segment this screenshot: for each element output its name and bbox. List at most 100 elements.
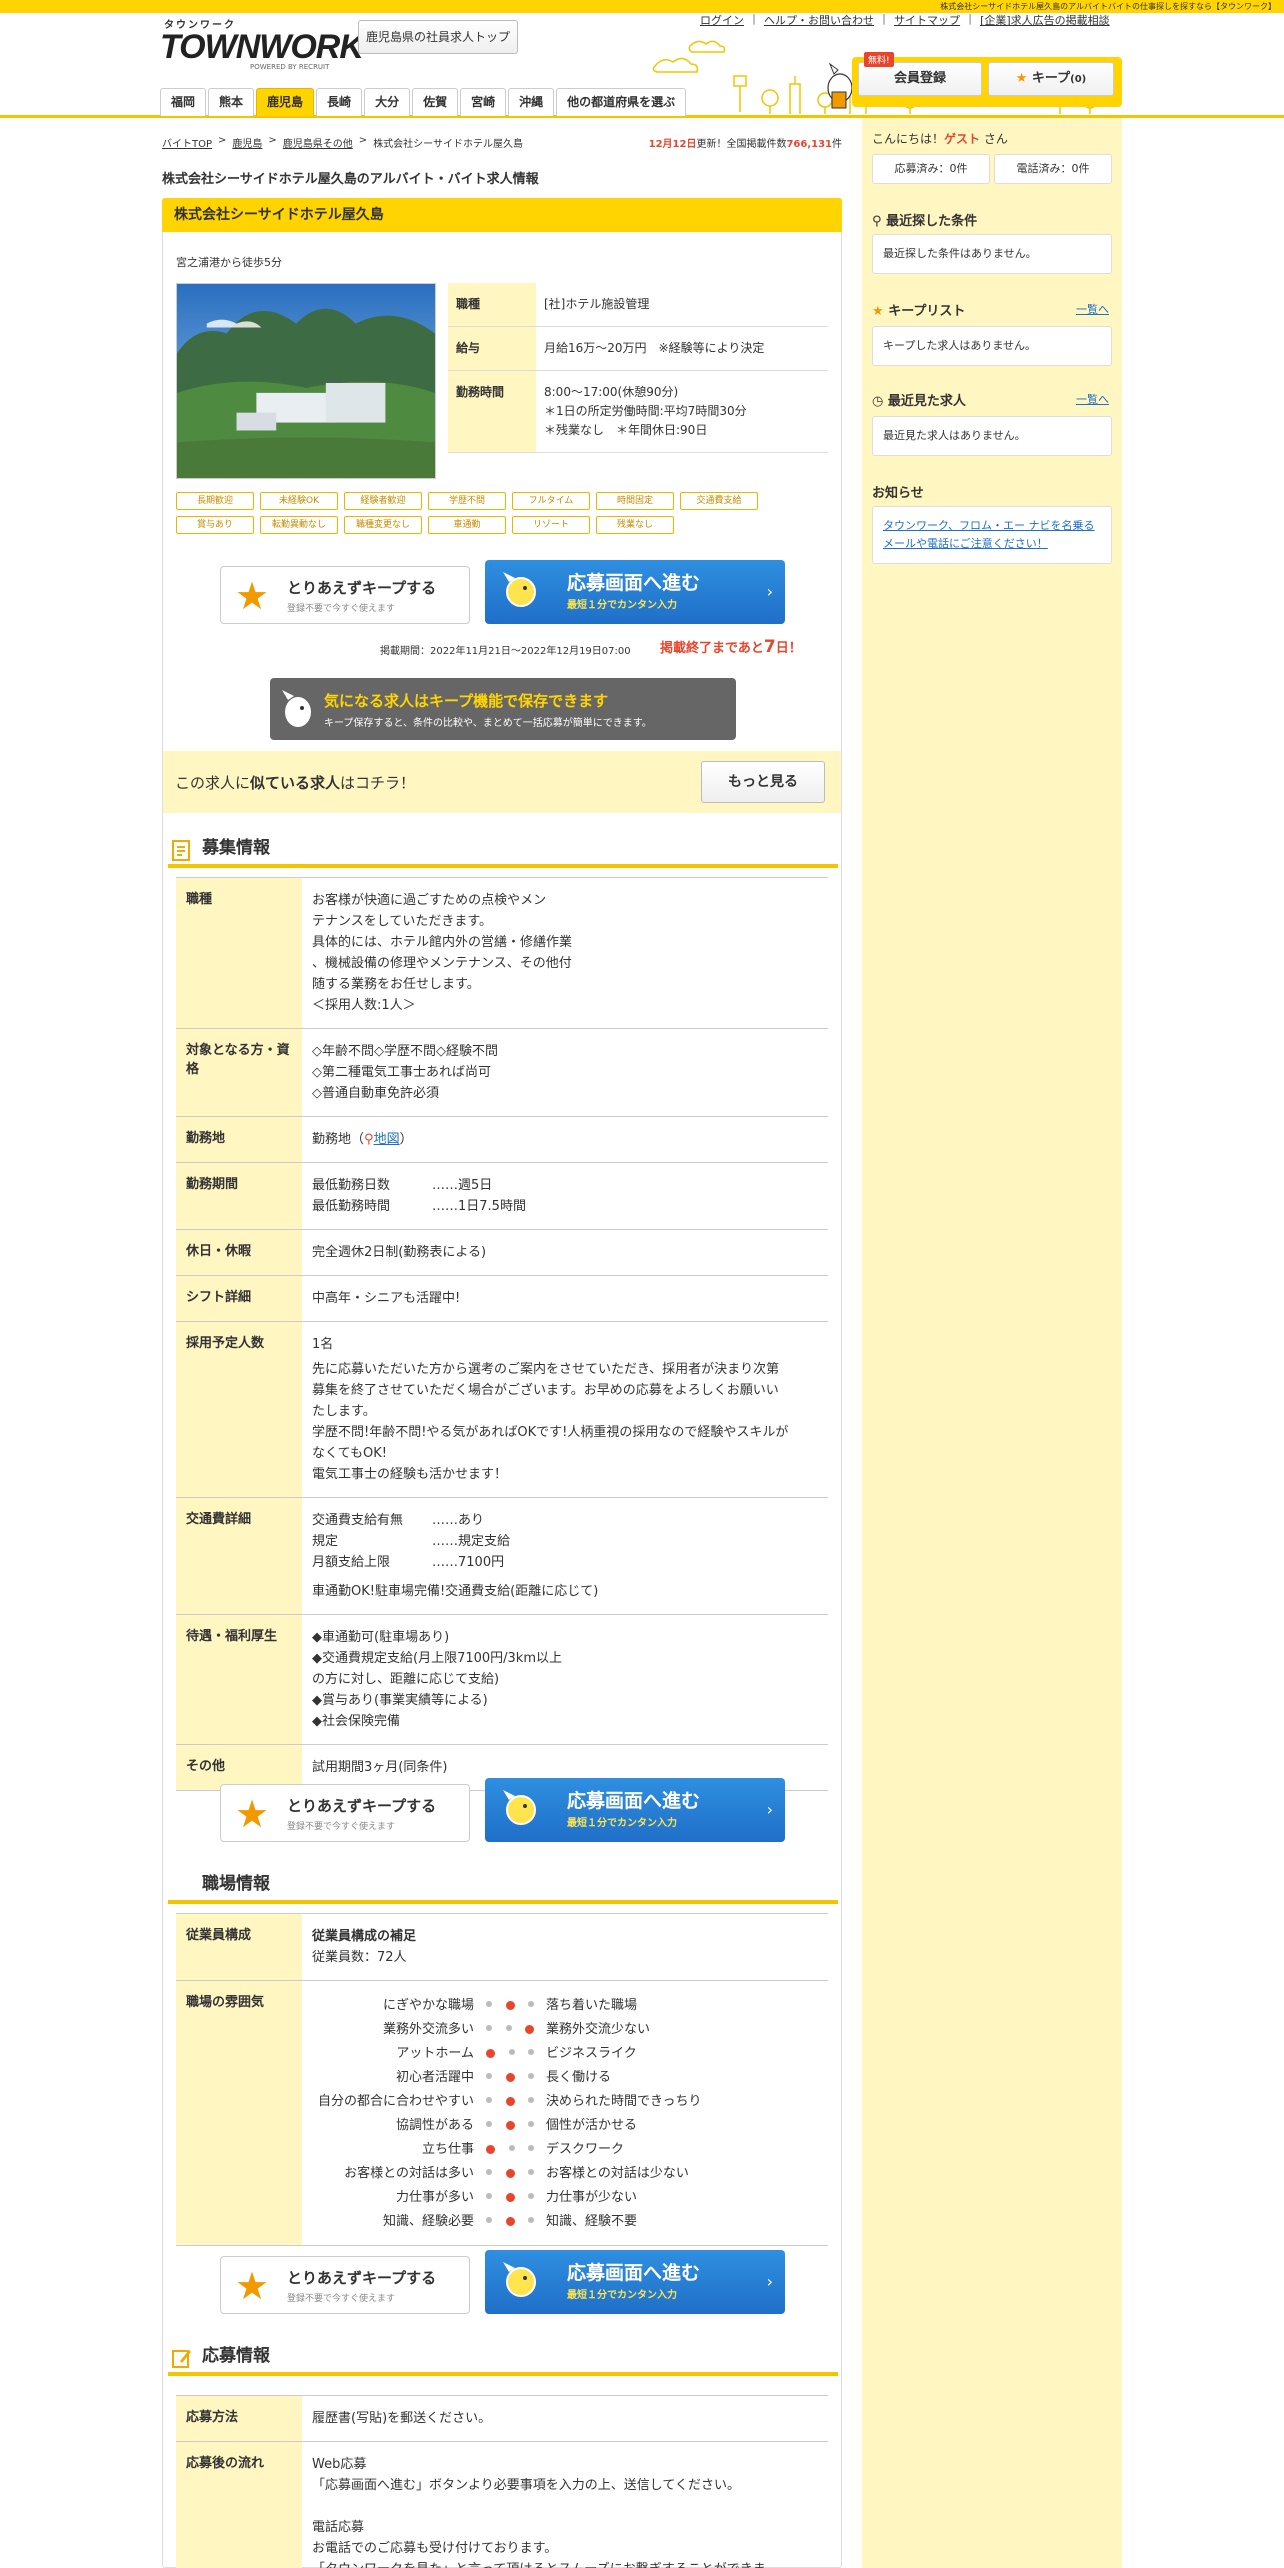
- mood-dot: [505, 2192, 515, 2202]
- mood-row: 初心者活躍中 長く働ける: [312, 2065, 818, 2089]
- mood-left-label: にぎやかな職場: [382, 1997, 474, 2013]
- chevron-right-icon: ›: [766, 2272, 773, 2291]
- keep-button[interactable]: ★ とりあえずキープする 登録不要で今すぐ使えます: [220, 1784, 470, 1842]
- ad-consult-link[interactable]: [企業]求人広告の掲載相談: [980, 12, 1110, 28]
- map-pin-icon: ⚲: [364, 1132, 374, 1147]
- mood-dot: [505, 2096, 515, 2106]
- more-similar-button[interactable]: もっと見る: [701, 761, 825, 803]
- mood-row: 自分の都合に合わせやすい 決められた時間できっちり: [312, 2089, 818, 2113]
- mood-right-label: 業務外交流少ない: [546, 2021, 651, 2037]
- area-top-button[interactable]: 鹿児島県の社員求人トップ: [358, 20, 518, 54]
- keep-header-button[interactable]: ★ キープ(0): [988, 62, 1114, 96]
- action-row: ★ とりあえずキープする 登録不要で今すぐ使えます 応募画面へ進む 最短１分でカンタン…: [220, 2250, 785, 2314]
- townwork-logo[interactable]: タウンワーク TOWNWORK POWERED BY RECRUIT: [160, 16, 364, 78]
- mood-dot: [528, 2192, 534, 2199]
- remaining-days: 掲載終了まであと7日！: [660, 637, 802, 657]
- recruit-table: 職種 お客様が快適に過ごすための点検やメン テナンスをしていただきます。 具体的には…: [176, 877, 828, 1791]
- mood-right-label: デスクワーク: [546, 2141, 625, 2157]
- mascot-bird-icon: [827, 62, 853, 109]
- keep-button[interactable]: ★ とりあえずキープする 登録不要で今すぐ使えます: [220, 566, 470, 624]
- nav-tab-oita[interactable]: 大分: [364, 88, 411, 116]
- recent-conditions-heading: ⚲ 最近探した条件: [872, 214, 978, 229]
- section-workplace-heading: 職場情報: [168, 1868, 838, 1904]
- notice-heading: お知らせ: [872, 486, 924, 501]
- map-link[interactable]: 地図: [374, 1132, 400, 1147]
- keep-list-more-link[interactable]: 一覧へ: [1076, 301, 1109, 317]
- called-count[interactable]: 電話済み：0件: [994, 154, 1112, 184]
- breadcrumb-top[interactable]: バイトTOP: [162, 135, 212, 150]
- mood-right-label: 決められた時間できっちり: [546, 2093, 702, 2109]
- mood-right-label: 知識、経験不要: [546, 2213, 638, 2229]
- star-icon: ★: [235, 2264, 270, 2308]
- mood-left-label: 自分の都合に合わせやすい: [317, 2093, 474, 2109]
- access-text: 宮之浦港から徒歩5分: [176, 256, 282, 269]
- nav-tab-miyazaki[interactable]: 宮崎: [460, 88, 507, 116]
- recent-conditions-box: 最近探した条件はありません。: [872, 234, 1112, 274]
- mood-dot: [486, 2120, 492, 2127]
- tag: 長期歓迎: [176, 492, 254, 510]
- mood-dot: [528, 2048, 534, 2055]
- tag: 転勤異動なし: [260, 516, 338, 534]
- workplace-table: 従業員構成 従業員構成の補足 従業員数：72人 職場の雰囲気 にぎやかな職場 落ち着いた…: [176, 1913, 828, 2246]
- nav-tab-okinawa[interactable]: 沖縄: [508, 88, 555, 116]
- nav-tab-saga[interactable]: 佐賀: [412, 88, 459, 116]
- nav-tab-kagoshima[interactable]: 鹿児島: [256, 88, 315, 116]
- mood-row: 知識、経験必要 知識、経験不要: [312, 2209, 818, 2233]
- mood-row: 力仕事が多い 力仕事が少ない: [312, 2185, 818, 2209]
- nav-tab-other-prefectures[interactable]: 他の都道府県を選ぶ: [556, 88, 687, 116]
- tag: 職種変更なし: [344, 516, 422, 534]
- section-apply-heading: 応募情報: [168, 2340, 838, 2376]
- pencil-note-icon: [172, 2350, 191, 2368]
- apply-button[interactable]: 応募画面へ進む 最短１分でカンタン入力 ›: [485, 1778, 785, 1842]
- star-icon: ★: [235, 574, 270, 618]
- nav-tab-kumamoto[interactable]: 熊本: [208, 88, 255, 116]
- mood-left-label: 立ち仕事: [421, 2141, 474, 2157]
- summary-key-hours: 勤務時間: [448, 371, 536, 452]
- keep-feature-banner[interactable]: 気になる求人はキープ機能で保存できます キープ保存すると、条件の比較や、まとめて一…: [270, 678, 736, 740]
- mood-dot: [486, 2216, 492, 2223]
- action-row: ★ とりあえずキープする 登録不要で今すぐ使えます 応募画面へ進む 最短１分でカンタン…: [220, 560, 785, 624]
- mood-left-label: 協調性がある: [395, 2117, 474, 2133]
- chevron-right-icon: ›: [766, 582, 773, 601]
- breadcrumb-kagoshima[interactable]: 鹿児島: [232, 135, 262, 150]
- breadcrumb-current: 株式会社シーサイドホテル屋久島: [373, 139, 523, 150]
- member-register-button[interactable]: 会員登録: [858, 62, 982, 96]
- breadcrumb-area[interactable]: 鹿児島県その他: [283, 135, 353, 150]
- summary-value-salary: 月給16万～20万円 ※経験等により決定: [544, 341, 765, 355]
- mood-dot: [528, 2144, 534, 2151]
- summary-key-salary: 給与: [448, 327, 536, 370]
- document-icon: [172, 840, 190, 861]
- notice-link[interactable]: タウンワーク、フロム・エー ナビを名乗るメールや電話にご注意ください！: [872, 506, 1112, 564]
- mood-dot: [486, 2192, 492, 2199]
- mood-dot: [525, 2024, 534, 2034]
- apply-table: 応募方法 履歴書(写貼)を郵送ください。 応募後の流れ Web応募 「応募画面へ進む…: [176, 2395, 828, 2568]
- apply-button[interactable]: 応募画面へ進む 最短１分でカンタン入力 ›: [485, 2250, 785, 2314]
- update-info: 12月12日更新！全国掲載件数766,131件: [648, 139, 842, 150]
- mood-left-label: 業務外交流多い: [382, 2021, 474, 2037]
- tag: 残業なし: [596, 516, 674, 534]
- breadcrumb: バイトTOP > 鹿児島 > 鹿児島県その他 > 株式会社シーサイドホテル屋久島: [162, 135, 523, 150]
- tag: 学歴不問: [428, 492, 506, 510]
- tag: 賞与あり: [176, 516, 254, 534]
- apply-button[interactable]: 応募画面へ進む 最短１分でカンタン入力 ›: [485, 560, 785, 624]
- mood-dot: [528, 2000, 534, 2007]
- mood-right-label: 個性が活かせる: [546, 2117, 638, 2133]
- feature-tags: 長期歓迎 未経験OK 経験者歓迎 学歴不問 フルタイム 時間固定 交通費支給 賞…: [176, 492, 836, 534]
- mood-dot: [505, 2216, 515, 2226]
- star-icon: ★: [1015, 71, 1028, 86]
- mood-left-label: アットホーム: [396, 2045, 474, 2061]
- mood-scale-list: にぎやかな職場 落ち着いた職場 業務外交流多い 業務外交流少ない アットホーム ビジネスラ…: [302, 1981, 828, 2245]
- nav-tab-fukuoka[interactable]: 福岡: [160, 88, 207, 116]
- applied-count[interactable]: 応募済み：0件: [872, 154, 990, 184]
- mood-right-label: ビジネスライク: [546, 2045, 637, 2061]
- help-link[interactable]: ヘルプ・お問い合わせ: [764, 12, 874, 28]
- sitemap-link[interactable]: サイトマップ: [894, 12, 960, 28]
- recent-viewed-more-link[interactable]: 一覧へ: [1076, 391, 1109, 407]
- mood-row: お客様との対話は多い お客様との対話は少ない: [312, 2161, 818, 2185]
- tag: 未経験OK: [260, 492, 338, 510]
- mood-dot: [486, 2096, 492, 2103]
- nav-tab-nagasaki[interactable]: 長崎: [316, 88, 363, 116]
- mood-dot: [508, 2048, 515, 2055]
- keep-button[interactable]: ★ とりあえずキープする 登録不要で今すぐ使えます: [220, 2256, 470, 2314]
- login-link[interactable]: ログイン: [700, 12, 744, 28]
